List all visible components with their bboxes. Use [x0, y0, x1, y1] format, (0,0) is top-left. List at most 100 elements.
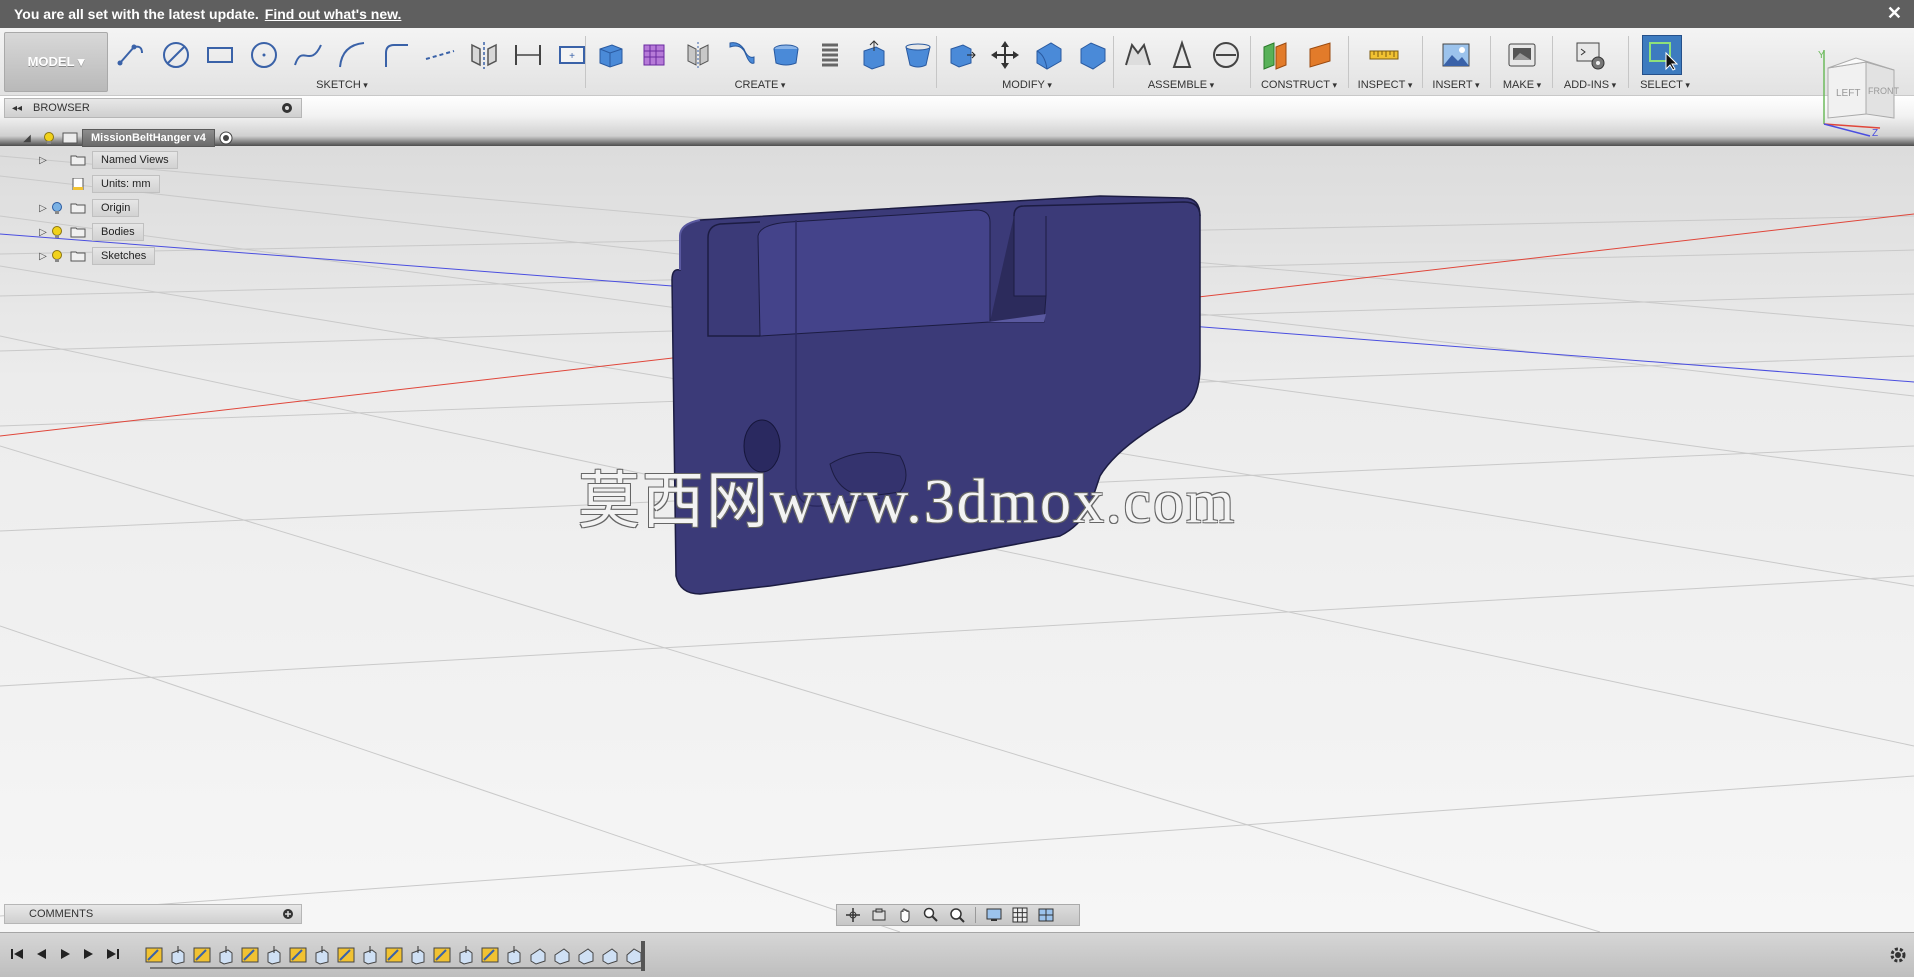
timeline-extrude-icon[interactable] — [168, 945, 188, 965]
extrude-icon[interactable] — [854, 35, 894, 75]
sketch-dimension-icon[interactable] — [508, 35, 548, 75]
coil-icon[interactable] — [810, 35, 850, 75]
timeline-sketch-icon[interactable] — [432, 945, 452, 965]
skip-to-start-icon[interactable] — [8, 945, 26, 963]
fillet-sketch-icon[interactable] — [376, 35, 416, 75]
play-icon[interactable] — [56, 945, 74, 963]
viewcube-left-face[interactable]: LEFT — [1836, 88, 1860, 99]
revolve-icon[interactable] — [678, 35, 718, 75]
circle-icon[interactable] — [244, 35, 284, 75]
insert-image-icon[interactable] — [1436, 35, 1476, 75]
sketch-menu[interactable]: SKETCH — [112, 79, 572, 91]
orbit-icon[interactable] — [841, 906, 865, 924]
box-icon[interactable] — [590, 35, 630, 75]
new-component-icon[interactable] — [1118, 35, 1158, 75]
whats-new-link[interactable]: Find out what's new. — [265, 6, 402, 22]
expand-icon[interactable]: ▷ — [36, 201, 50, 215]
offset-plane-icon[interactable] — [1256, 35, 1296, 75]
sweep-icon[interactable] — [722, 35, 762, 75]
addins-menu[interactable]: ADD-INS — [1558, 79, 1622, 91]
timeline-sketch-icon[interactable] — [144, 945, 164, 965]
tree-item-label[interactable]: Sketches — [92, 247, 156, 265]
visibility-bulb-icon[interactable] — [42, 131, 56, 145]
circle-diameter-icon[interactable] — [156, 35, 196, 75]
close-icon[interactable]: ✕ — [1887, 3, 1902, 24]
inspect-menu[interactable]: INSPECT — [1354, 79, 1416, 91]
timeline-extrude-icon[interactable] — [360, 945, 380, 965]
timeline-fillet-icon[interactable] — [528, 945, 548, 965]
chamfer-icon[interactable] — [1073, 35, 1113, 75]
timeline-fillet-icon[interactable] — [600, 945, 620, 965]
timeline-extrude-icon[interactable] — [216, 945, 236, 965]
select-menu[interactable]: SELECT — [1634, 79, 1696, 91]
look-at-icon[interactable] — [867, 906, 891, 924]
as-built-joint-icon[interactable] — [1206, 35, 1246, 75]
timeline-extrude-icon[interactable] — [312, 945, 332, 965]
arc-icon[interactable] — [332, 35, 372, 75]
tree-item-origin[interactable]: ▷ Origin — [36, 198, 140, 218]
expand-icon[interactable]: ▷ — [36, 153, 50, 167]
measure-icon[interactable] — [1364, 35, 1404, 75]
form-icon[interactable] — [634, 35, 674, 75]
tree-item-label[interactable]: Units: mm — [92, 175, 160, 193]
expand-icon[interactable]: ▷ — [36, 249, 50, 263]
timeline-extrude-icon[interactable] — [456, 945, 476, 965]
add-comment-icon[interactable] — [281, 907, 295, 921]
select-icon[interactable] — [1642, 35, 1682, 75]
zoom-icon[interactable] — [919, 906, 943, 924]
step-forward-icon[interactable] — [80, 945, 98, 963]
gear-icon[interactable] — [1888, 945, 1908, 965]
grid-settings-icon[interactable] — [1008, 906, 1032, 924]
move-icon[interactable] — [985, 35, 1025, 75]
root-component-label[interactable]: MissionBeltHanger v4 — [82, 129, 215, 147]
make-menu[interactable]: MAKE — [1496, 79, 1548, 91]
fillet-icon[interactable] — [1029, 35, 1069, 75]
assemble-menu[interactable]: ASSEMBLE — [1118, 79, 1244, 91]
viewports-icon[interactable] — [1034, 906, 1058, 924]
joint-icon[interactable] — [1162, 35, 1202, 75]
tree-item-label[interactable]: Bodies — [92, 223, 144, 241]
timeline-sketch-icon[interactable] — [192, 945, 212, 965]
collapse-browser-icon[interactable]: ◂◂ — [5, 103, 29, 114]
viewcube[interactable]: Y Z LEFT FRONT — [1810, 44, 1906, 140]
visibility-bulb-icon[interactable] — [50, 249, 64, 263]
mirror-icon[interactable] — [464, 35, 504, 75]
expand-root-icon[interactable]: ◢ — [20, 131, 34, 145]
tree-item-label[interactable]: Named Views — [92, 151, 178, 169]
insert-menu[interactable]: INSERT — [1428, 79, 1484, 91]
3d-print-icon[interactable] — [1502, 35, 1542, 75]
tree-item-sketches[interactable]: ▷ Sketches — [36, 246, 156, 266]
tree-item-label[interactable]: Origin — [92, 199, 140, 217]
timeline-sketch-icon[interactable] — [336, 945, 356, 965]
fit-icon[interactable] — [945, 906, 969, 924]
loft-icon[interactable] — [766, 35, 806, 75]
pan-icon[interactable] — [893, 906, 917, 924]
timeline-sketch-icon[interactable] — [288, 945, 308, 965]
tree-root-row[interactable]: ◢ MissionBeltHanger v4 — [20, 128, 233, 148]
timeline-fillet-icon[interactable] — [576, 945, 596, 965]
comments-panel-header[interactable]: COMMENTS — [4, 904, 302, 924]
timeline-sketch-icon[interactable] — [480, 945, 500, 965]
step-back-icon[interactable] — [32, 945, 50, 963]
skip-to-end-icon[interactable] — [104, 945, 122, 963]
timeline-sketch-icon[interactable] — [240, 945, 260, 965]
visibility-bulb-icon[interactable] — [50, 225, 64, 239]
timeline-extrude-icon[interactable] — [408, 945, 428, 965]
trim-icon[interactable] — [420, 35, 460, 75]
timeline-extrude-icon[interactable] — [504, 945, 524, 965]
scripts-addins-icon[interactable] — [1570, 35, 1610, 75]
workspace-switcher-button[interactable]: MODEL ▾ — [4, 32, 108, 92]
shell-icon[interactable] — [898, 35, 938, 75]
timeline-sketch-icon[interactable] — [384, 945, 404, 965]
construct-menu[interactable]: CONSTRUCT — [1256, 79, 1342, 91]
expand-icon[interactable]: ▷ — [36, 225, 50, 239]
create-menu[interactable]: CREATE — [590, 79, 930, 91]
press-pull-icon[interactable] — [941, 35, 981, 75]
timeline-extrude-icon[interactable] — [264, 945, 284, 965]
stop-sketch-icon[interactable]: + — [552, 35, 592, 75]
modify-menu[interactable]: MODIFY — [941, 79, 1113, 91]
plane-at-angle-icon[interactable] — [1300, 35, 1340, 75]
tree-item-named-views[interactable]: ▷ Named Views — [36, 150, 178, 170]
display-settings-icon[interactable] — [982, 906, 1006, 924]
tree-item-bodies[interactable]: ▷ Bodies — [36, 222, 144, 242]
